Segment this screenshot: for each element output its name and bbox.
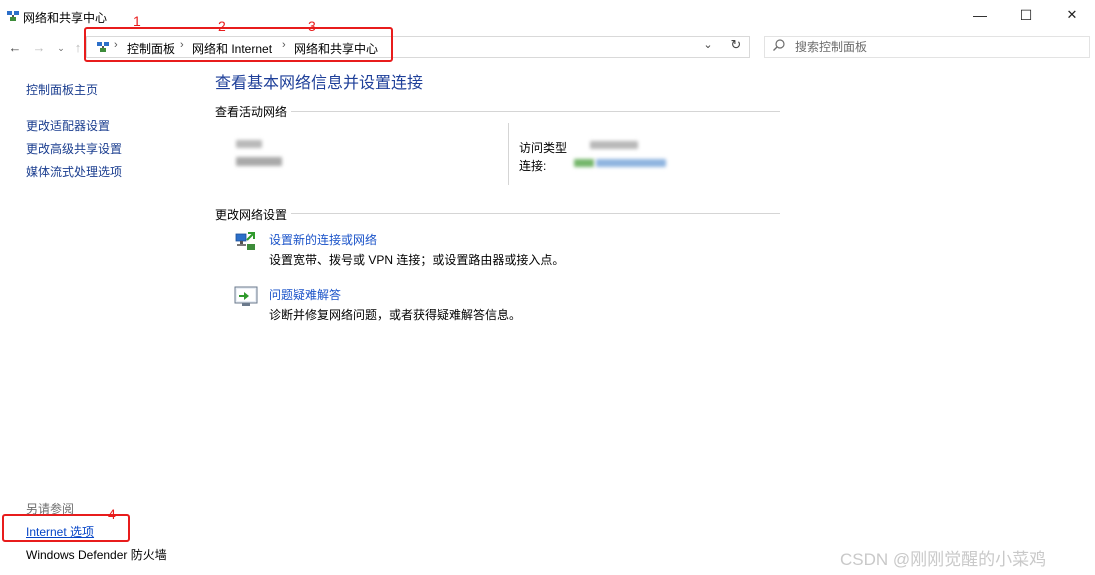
recent-locations-button[interactable]: ⌄ [54, 38, 68, 58]
connection-link-redacted[interactable] [596, 159, 666, 167]
watermark: CSDN @刚刚觉醒的小菜鸡 [840, 550, 1047, 569]
active-networks-header: 查看活动网络 [215, 105, 288, 119]
refresh-button[interactable]: ↻ [726, 37, 746, 53]
sidebar-item-advanced-sharing[interactable]: 更改高级共享设置 [26, 140, 122, 157]
setup-new-connection-description: 设置宽带、拨号或 VPN 连接；或设置路由器或接入点。 [269, 253, 565, 267]
troubleshoot-description: 诊断并修复网络问题，或者获得疑难解答信息。 [269, 308, 522, 322]
see-also-label: 另请参阅 [26, 502, 75, 516]
section-divider [291, 111, 780, 112]
forward-button[interactable]: → [30, 38, 48, 58]
vertical-divider [508, 123, 509, 185]
sidebar-item-control-panel-home[interactable]: 控制面板主页 [26, 81, 98, 98]
network-name-redacted [236, 140, 262, 148]
change-settings-header: 更改网络设置 [215, 208, 288, 222]
page-title: 查看基本网络信息并设置连接 [215, 75, 424, 92]
troubleshoot-link[interactable]: 问题疑难解答 [269, 286, 341, 303]
annotation-box-breadcrumb [84, 27, 393, 62]
search-input[interactable] [795, 39, 1080, 55]
maximize-button[interactable]: ☐ [1003, 0, 1049, 32]
signal-icon [574, 159, 594, 167]
network-type-redacted [236, 157, 282, 166]
network-center-icon [7, 11, 19, 21]
address-dropdown-button[interactable]: ⌄ [700, 38, 716, 51]
network-setup-icon[interactable] [234, 229, 258, 253]
access-type-label: 访问类型 [519, 141, 568, 155]
windows-defender-firewall-link[interactable]: Windows Defender 防火墙 [26, 546, 167, 563]
search-icon [773, 39, 785, 51]
annotation-number: 2 [218, 18, 226, 34]
troubleshoot-icon[interactable] [234, 285, 258, 307]
section-divider [291, 213, 780, 214]
setup-new-connection-link[interactable]: 设置新的连接或网络 [269, 231, 377, 248]
annotation-number: 1 [133, 13, 141, 29]
window-title: 网络和共享中心 [23, 11, 108, 25]
access-type-value-redacted [590, 141, 638, 149]
internet-options-link[interactable]: Internet 选项 [26, 523, 94, 540]
minimize-button[interactable]: — [957, 0, 1003, 32]
close-button[interactable]: ✕ [1049, 0, 1095, 32]
sidebar-item-adapter-settings[interactable]: 更改适配器设置 [26, 117, 110, 134]
sidebar-item-media-streaming[interactable]: 媒体流式处理选项 [26, 163, 122, 180]
annotation-number: 3 [308, 18, 316, 34]
back-button[interactable]: ← [6, 38, 24, 58]
connection-label: 连接: [519, 159, 547, 173]
annotation-number: 4 [108, 506, 116, 522]
